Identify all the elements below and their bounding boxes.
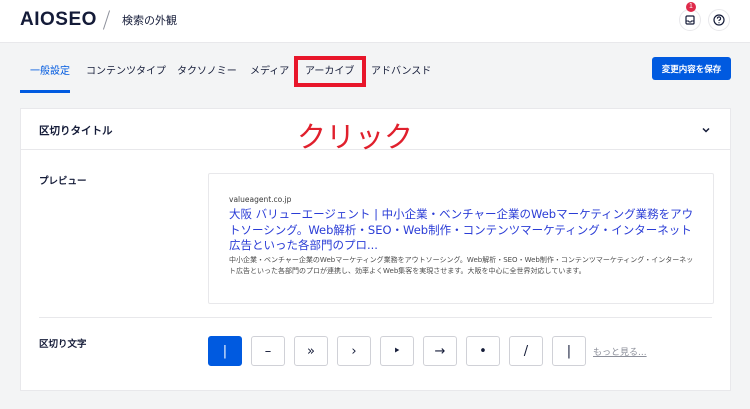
settings-tabs: 一般設定 コンテンツタイプ タクソノミー メディア アーカイブ アドバンスド 変… <box>0 42 750 93</box>
card-title: 区切りタイトル <box>39 125 113 137</box>
row-divider <box>39 317 712 318</box>
show-more-link[interactable]: もっと見る... <box>593 345 647 358</box>
tab-media[interactable]: メディア <box>250 62 289 77</box>
preview-label: プレビュー <box>39 176 87 187</box>
help-icon <box>713 14 725 26</box>
title-separator-card: 区切りタイトル クリック プレビュー valueagent.co.jp 大阪 バ… <box>20 108 731 391</box>
separator-option[interactable]: → <box>423 336 457 366</box>
chevron-down-icon[interactable] <box>699 123 713 137</box>
tab-advanced[interactable]: アドバンスド <box>371 62 431 77</box>
separator-option[interactable]: • <box>466 336 500 366</box>
top-bar: AIOSEO 検索の外観 1 <box>0 0 750 42</box>
notification-badge: 1 <box>686 2 696 12</box>
page-title: 検索の外観 <box>122 14 177 27</box>
tab-content-types[interactable]: コンテンツタイプ <box>86 62 166 77</box>
inbox-icon <box>685 15 695 25</box>
help-button[interactable] <box>708 9 730 31</box>
save-changes-button[interactable]: 変更内容を保存 <box>652 57 731 80</box>
separator-option[interactable]: | <box>552 336 586 366</box>
preview-title: 大阪 バリューエージェント | 中小企業・ベンチャー企業のWebマーケティング業… <box>229 207 694 252</box>
separator-option[interactable]: » <box>294 336 328 366</box>
separator-option[interactable]: ‣ <box>380 336 414 366</box>
separator-option[interactable]: / <box>509 336 543 366</box>
click-annotation: クリック <box>297 120 414 154</box>
archive-tab-highlight <box>294 56 366 87</box>
separator-option[interactable]: › <box>337 336 371 366</box>
tab-general[interactable]: 一般設定 <box>30 62 70 77</box>
separator-option[interactable]: | <box>208 336 242 366</box>
active-tab-indicator <box>20 90 70 93</box>
search-preview: valueagent.co.jp 大阪 バリューエージェント | 中小企業・ベン… <box>208 173 714 304</box>
preview-domain: valueagent.co.jp <box>229 195 292 204</box>
tab-taxonomies[interactable]: タクソノミー <box>177 62 237 77</box>
preview-description: 中小企業・ベンチャー企業のWebマーケティング業務をアウトソーシング。Web解析… <box>229 256 694 275</box>
breadcrumb-separator <box>102 10 111 30</box>
separator-label: 区切り文字 <box>39 339 87 350</box>
aioseo-logo[interactable]: AIOSEO <box>20 9 97 31</box>
notifications-button[interactable] <box>679 9 701 31</box>
card-header[interactable]: 区切りタイトル クリック <box>21 109 730 154</box>
separator-option[interactable]: – <box>251 336 285 366</box>
